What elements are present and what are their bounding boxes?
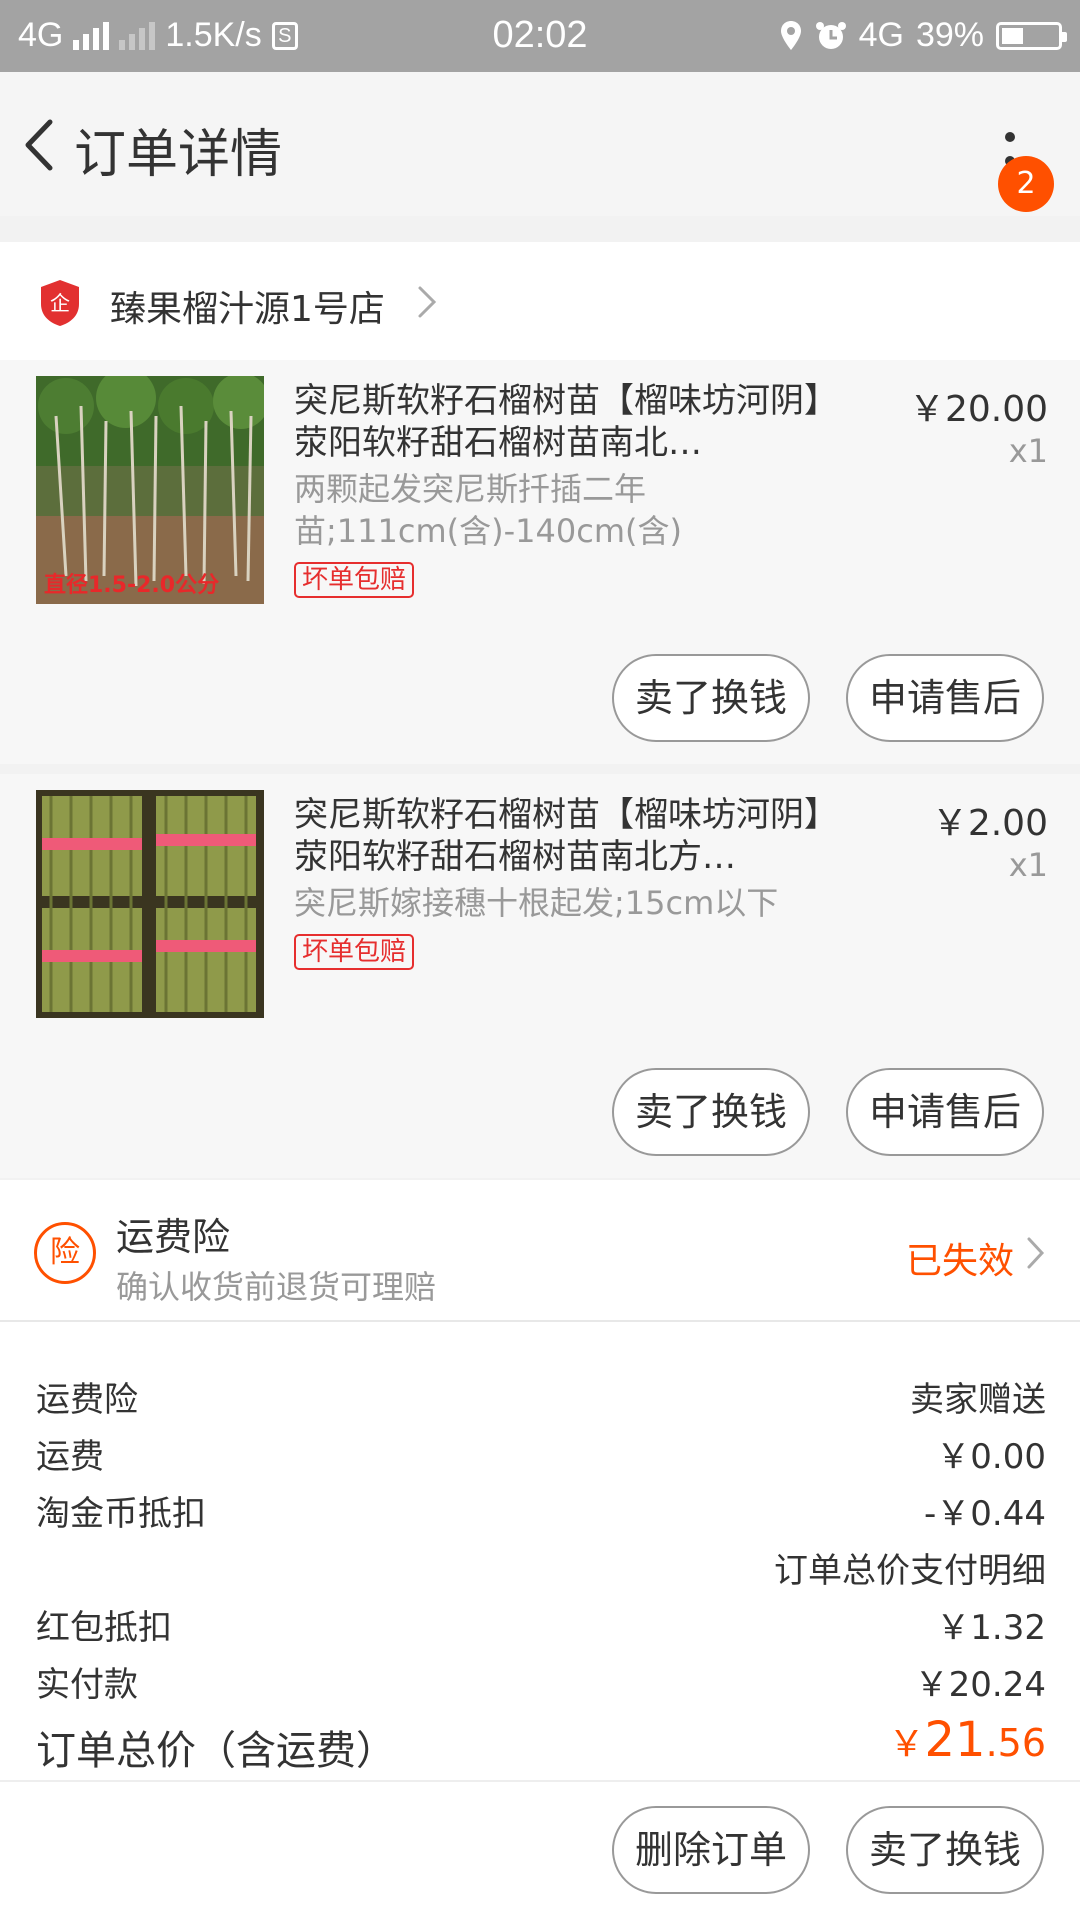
- summary-value: ￥0.00: [936, 1437, 1046, 1477]
- sell-for-cash-button[interactable]: 卖了换钱: [846, 1806, 1044, 1894]
- sell-for-cash-button[interactable]: 卖了换钱: [612, 654, 810, 742]
- message-badge: 2: [998, 156, 1054, 212]
- price-summary: 运费险 卖家赠送 运费 ￥0.00 淘金币抵扣 -￥0.44 订单总价支付明细 …: [0, 1322, 1080, 1782]
- alarm-icon: [815, 21, 846, 49]
- chevron-right-icon: [1027, 1237, 1045, 1269]
- summary-label: 运费: [36, 1437, 104, 1477]
- image-caption: 直径1.5-2.0公分: [44, 572, 219, 598]
- summary-row-paid: 实付款 ￥20.24: [36, 1657, 1046, 1705]
- scion-bundle-image: [36, 790, 264, 1018]
- guarantee-tag: 坏单包赔: [294, 934, 415, 970]
- order-item: 突尼斯软籽石榴树苗【榴味坊河阴】荥阳软籽甜石榴树苗南北方… 突尼斯嫁接穗十根起发…: [0, 774, 1080, 1178]
- product-thumbnail[interactable]: [36, 790, 264, 1018]
- item-qty: x1: [1008, 432, 1048, 470]
- status-bar: 4G 1.5K/s S 02:02 4G 39%: [0, 0, 1080, 72]
- summary-row-coin-deduction: 淘金币抵扣 -￥0.44: [36, 1486, 1046, 1534]
- shipping-insurance-row[interactable]: 险 运费险 确认收货前退货可理赔 已失效: [0, 1180, 1080, 1322]
- product-thumbnail[interactable]: 直径1.5-2.0公分: [36, 376, 264, 604]
- item-sku: 突尼斯嫁接穗十根起发;15cm以下: [294, 884, 779, 922]
- insurance-title: 运费险: [116, 1215, 231, 1259]
- summary-row-red-packet: 红包抵扣 ￥1.32: [36, 1600, 1046, 1648]
- footer-actions: 删除订单 卖了换钱: [0, 1782, 1080, 1920]
- sell-for-cash-button[interactable]: 卖了换钱: [612, 1068, 810, 1156]
- summary-value: ￥20.24: [914, 1665, 1046, 1705]
- insurance-status: 已失效: [905, 1241, 1014, 1282]
- after-sale-button[interactable]: 申请售后: [846, 654, 1044, 742]
- status-right: 4G 39%: [779, 16, 1067, 55]
- svg-text:企: 企: [50, 291, 70, 315]
- total-decimal: .56: [985, 1721, 1046, 1765]
- order-item: 直径1.5-2.0公分 突尼斯软籽石榴树苗【榴味坊河阴】荥阳软籽甜石榴树苗南北……: [0, 360, 1080, 764]
- enterprise-shield-icon: 企: [41, 280, 79, 326]
- item-price: ￥20.00: [908, 389, 1048, 430]
- summary-label: 淘金币抵扣: [36, 1494, 206, 1534]
- guarantee-tag: 坏单包赔: [294, 562, 415, 598]
- item-sku: 两颗起发突尼斯扦插二年苗;111cm(含)-140cm(含): [294, 470, 682, 550]
- item-qty: x1: [1008, 846, 1048, 884]
- total-currency: ￥: [888, 1724, 925, 1765]
- nav-bar: 订单详情 2: [0, 72, 1080, 216]
- network-type-right: 4G: [858, 16, 904, 54]
- battery-percent: 39%: [915, 16, 984, 54]
- item-title[interactable]: 突尼斯软籽石榴树苗【榴味坊河阴】荥阳软籽甜石榴树苗南北…: [294, 380, 854, 464]
- order-total-row: 订单总价（含运费） ￥21.56: [36, 1712, 1046, 1776]
- summary-value: -￥0.44: [924, 1494, 1046, 1534]
- summary-value: ￥1.32: [936, 1608, 1046, 1648]
- after-sale-button[interactable]: 申请售后: [846, 1068, 1044, 1156]
- insurance-icon: 险: [34, 1222, 96, 1284]
- total-integer: 21: [924, 1712, 986, 1768]
- summary-label: 红包抵扣: [36, 1608, 172, 1648]
- summary-label: 实付款: [36, 1665, 138, 1705]
- summary-row-shipping: 运费 ￥0.00: [36, 1429, 1046, 1477]
- sapling-image: 直径1.5-2.0公分: [36, 376, 264, 604]
- delete-order-button[interactable]: 删除订单: [612, 1806, 810, 1894]
- page-title: 订单详情: [74, 125, 283, 185]
- summary-label: 运费险: [36, 1380, 138, 1420]
- chevron-right-icon: [418, 286, 437, 318]
- shop-name: 臻果榴汁源1号店: [110, 289, 385, 330]
- battery-fill: [1002, 27, 1023, 44]
- summary-row-insurance: 运费险 卖家赠送: [36, 1372, 1046, 1420]
- item-title[interactable]: 突尼斯软籽石榴树苗【榴味坊河阴】荥阳软籽甜石榴树苗南北方…: [294, 794, 854, 878]
- insurance-desc: 确认收货前退货可理赔: [116, 1268, 437, 1306]
- order-total-value: ￥21.56: [888, 1712, 1046, 1768]
- battery-icon: [996, 21, 1067, 50]
- shop-header[interactable]: 企 臻果榴汁源1号店: [0, 242, 1080, 360]
- back-arrow-icon[interactable]: [14, 110, 64, 180]
- summary-value[interactable]: 订单总价支付明细: [774, 1543, 1046, 1592]
- item-price: ￥2.00: [931, 803, 1048, 844]
- order-total-label: 订单总价（含运费）: [36, 1728, 396, 1774]
- payment-details-link[interactable]: 订单总价支付明细: [36, 1543, 1046, 1592]
- location-icon: [780, 20, 801, 50]
- summary-value: 卖家赠送: [910, 1380, 1046, 1420]
